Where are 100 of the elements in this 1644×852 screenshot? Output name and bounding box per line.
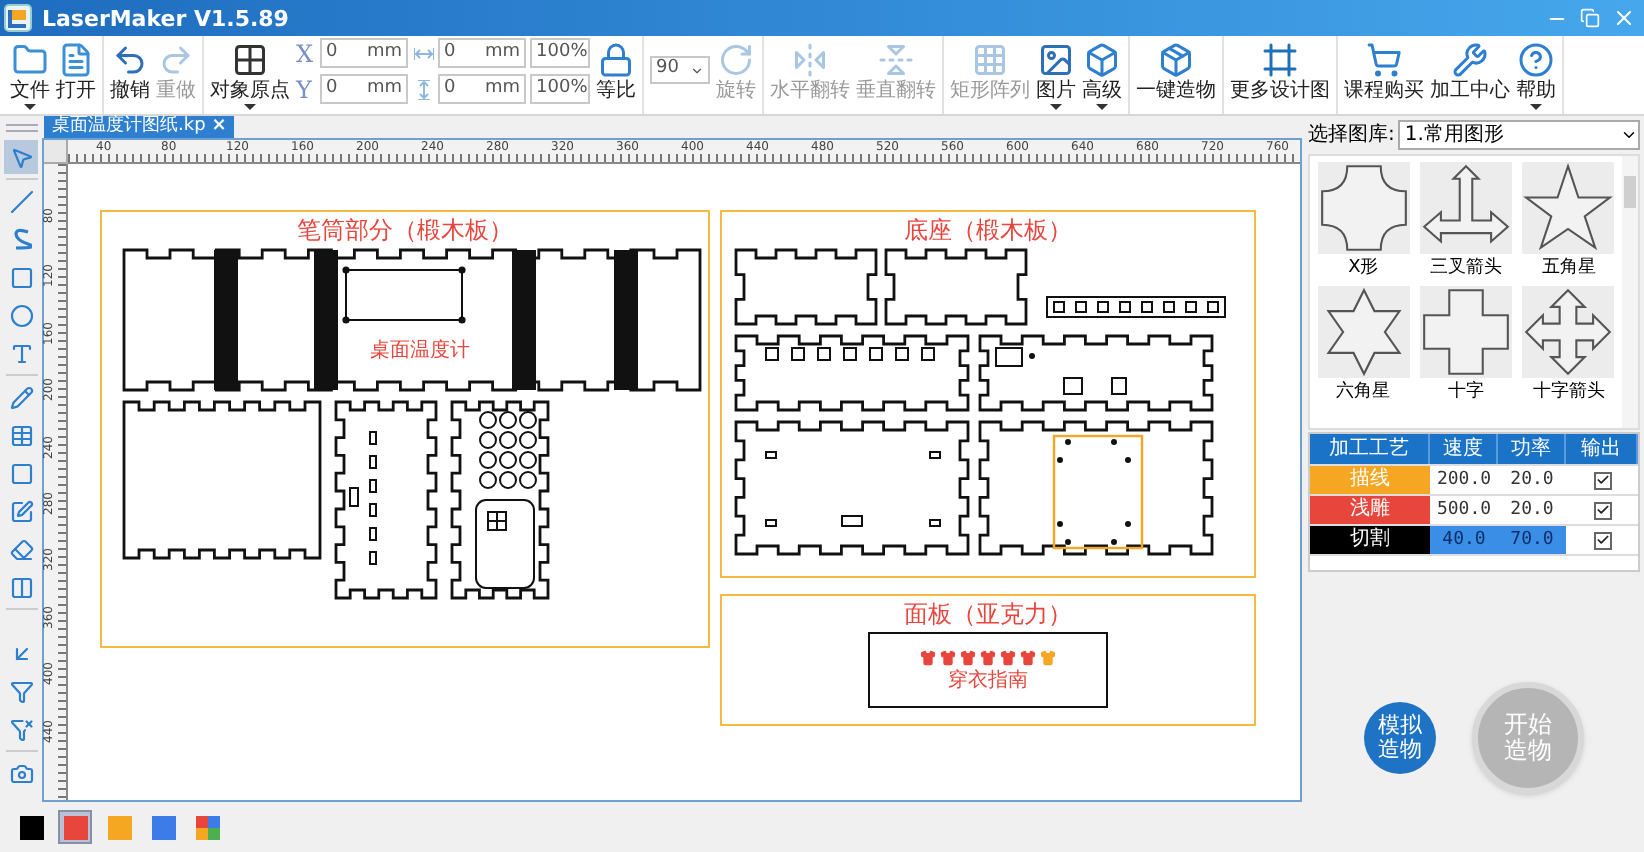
- output-checkbox[interactable]: [1593, 471, 1611, 489]
- shape-tile[interactable]: 十字箭头: [1521, 286, 1616, 406]
- process-row[interactable]: 浅雕 500.0 20.0: [1310, 494, 1638, 524]
- help-icon: [1518, 42, 1554, 78]
- engraving-text: 桌面温度计: [370, 342, 470, 362]
- library-select[interactable]: 1.常用图形: [1398, 120, 1640, 150]
- app-logo-icon: [4, 4, 32, 32]
- rectangle-icon: [9, 265, 33, 289]
- table-icon: [9, 423, 33, 447]
- speed-cell-text: 200.0: [1434, 468, 1494, 494]
- toolbar-button[interactable]: 一键造物: [1136, 38, 1216, 114]
- pointer-icon: [9, 145, 33, 169]
- library-label: 选择图库:: [1308, 121, 1395, 150]
- scale-field[interactable]: 100%: [530, 38, 590, 68]
- toolbar-button[interactable]: 打开: [56, 38, 96, 114]
- scrollbar[interactable]: [1622, 156, 1638, 428]
- size-field[interactable]: 0 mm: [438, 38, 526, 68]
- clothing-icon: [1000, 649, 1016, 665]
- window-title: LaserMaker V1.5.89: [42, 7, 289, 29]
- tab-close[interactable]: ×: [211, 118, 227, 136]
- color-swatch[interactable]: [190, 810, 224, 844]
- section-title: 面板（亚克力）: [904, 600, 1072, 628]
- dots-grid-icon: [972, 42, 1008, 78]
- image-icon: [1038, 42, 1074, 78]
- toolbar-button[interactable]: 加工中心: [1430, 38, 1510, 114]
- process-row[interactable]: 切割 40.0 70.0: [1310, 524, 1638, 554]
- shape-preview-drawing: [1317, 286, 1410, 378]
- section-title: 底座（椴木板）: [904, 216, 1072, 244]
- clothing-icon: [1020, 649, 1036, 665]
- toolbar-button[interactable]: 更多设计图: [1230, 38, 1330, 114]
- action-button[interactable]: 模拟造物: [1364, 702, 1436, 774]
- speed-cell-text: 500.0: [1434, 498, 1494, 524]
- toolbar-button[interactable]: 帮助: [1516, 38, 1556, 114]
- cart-icon: [1366, 42, 1402, 78]
- toolbar-button[interactable]: 文件: [10, 38, 50, 114]
- clothing-icon: [980, 649, 996, 665]
- output-checkbox[interactable]: [1593, 501, 1611, 519]
- text-icon: [9, 341, 33, 365]
- funnel-icon: [9, 679, 33, 703]
- redo-icon: [158, 42, 194, 78]
- document-icon: [58, 42, 94, 78]
- rotate-icon: [718, 42, 754, 78]
- restore-icon[interactable]: [1580, 8, 1600, 28]
- coordinate-field[interactable]: 0 mm: [320, 38, 408, 68]
- shape-preview-drawing: [1419, 162, 1512, 254]
- line-icon: [9, 189, 33, 213]
- shape-preview-drawing: [1317, 162, 1410, 254]
- multicolor-icon: [195, 815, 219, 839]
- toolbar-button[interactable]: 课程购买: [1344, 38, 1424, 114]
- toolbar-button[interactable]: 高级: [1082, 38, 1122, 114]
- toolbar-button[interactable]: 图片: [1036, 38, 1076, 114]
- shape-preview-drawing: [1419, 286, 1512, 378]
- power-cell-text: 20.0: [1508, 468, 1556, 494]
- square-icon: [9, 461, 33, 485]
- caret-icon: [690, 63, 704, 77]
- wrench-icon: [1452, 42, 1488, 78]
- pencil-icon: [9, 385, 33, 409]
- tab-label: 桌面温度计图纸.kp: [52, 118, 206, 136]
- shape-preview-drawing: [1522, 162, 1615, 254]
- eraser-icon: [9, 537, 33, 561]
- speed-cell-text: 40.0: [1440, 528, 1488, 554]
- toolbar-button[interactable]: 撤销: [110, 38, 150, 114]
- axis-label: Y: [296, 77, 314, 101]
- process-row[interactable]: 描线 200.0 20.0: [1310, 464, 1638, 494]
- shape-tile[interactable]: 五角星: [1521, 162, 1616, 282]
- scale-field[interactable]: 100%: [530, 74, 590, 104]
- output-checkbox[interactable]: [1593, 531, 1611, 549]
- toolbar-button[interactable]: 等比: [596, 38, 636, 114]
- coordinate-field[interactable]: 0 mm: [320, 74, 408, 104]
- cut-part-drawing: [884, 248, 1028, 326]
- box-icon: [1158, 42, 1194, 78]
- curve-icon: [11, 227, 31, 251]
- clothing-icon: [1040, 649, 1056, 665]
- shape-tile[interactable]: 十字: [1418, 286, 1514, 406]
- size-field[interactable]: 0 mm: [438, 74, 526, 104]
- section-title: 笔筒部分（椴木板）: [297, 216, 513, 244]
- angle-select[interactable]: 90: [650, 56, 710, 84]
- process-name: 描线: [1310, 466, 1430, 494]
- clothing-icon: [940, 649, 956, 665]
- height-arrow-icon: [414, 79, 434, 99]
- process-name: 切割: [1310, 526, 1430, 554]
- shape-preview-drawing: [1522, 286, 1615, 378]
- cube-icon: [1084, 42, 1120, 78]
- shape-tile[interactable]: 六角星: [1316, 286, 1411, 406]
- document-tab[interactable]: 桌面温度计图纸.kp ×: [44, 116, 235, 138]
- clothing-icon: [920, 649, 936, 665]
- cut-part-drawing: [734, 248, 878, 326]
- clothing-icon: [960, 649, 976, 665]
- camera-icon: [9, 761, 33, 785]
- edit-icon: [9, 499, 33, 523]
- funnel-icon: [9, 717, 33, 741]
- ellipse-icon: [9, 303, 33, 327]
- engraving-text: 穿衣指南: [948, 671, 1028, 691]
- close-icon[interactable]: [1612, 6, 1636, 30]
- toolbar-button[interactable]: 对象原点: [210, 38, 290, 114]
- shape-tile[interactable]: 三叉箭头: [1418, 162, 1514, 282]
- tool-button[interactable]: [4, 140, 38, 174]
- grip-icon: [6, 124, 38, 132]
- shape-tile[interactable]: X形: [1316, 162, 1411, 282]
- grid-icon: [232, 42, 268, 78]
